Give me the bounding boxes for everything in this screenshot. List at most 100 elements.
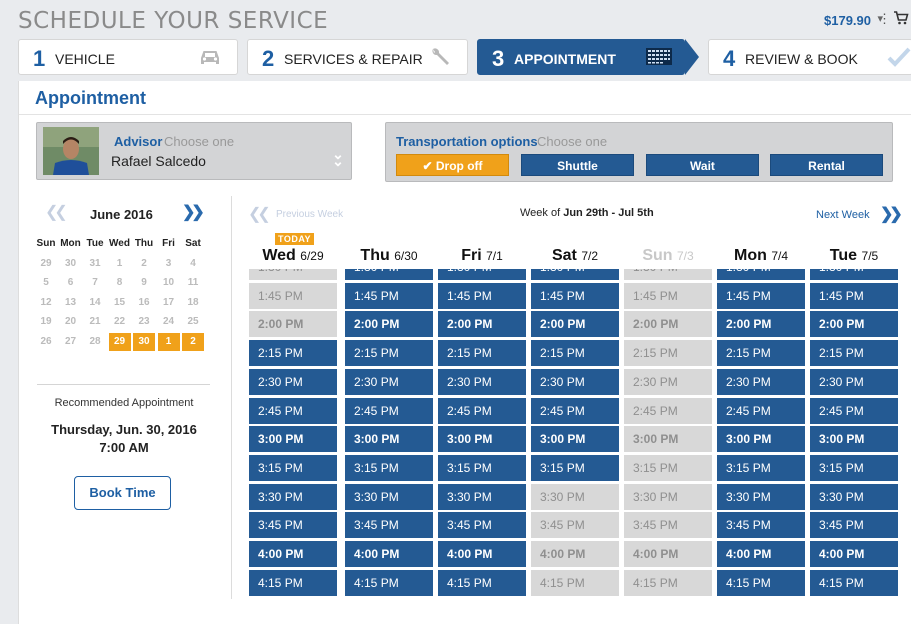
time-slot[interactable]: 3:00 PM	[249, 426, 337, 453]
time-slot[interactable]: 1:45 PM	[810, 282, 898, 309]
time-slot[interactable]: 3:15 PM	[249, 454, 337, 481]
time-slot[interactable]: 3:00 PM	[438, 426, 526, 453]
calendar-day[interactable]: 23	[133, 313, 155, 331]
time-slot[interactable]: 2:45 PM	[438, 397, 526, 424]
time-slot[interactable]: 2:30 PM	[531, 368, 619, 395]
calendar-day[interactable]: 7	[84, 274, 106, 292]
time-slot[interactable]: 3:45 PM	[438, 512, 526, 539]
time-slot[interactable]: 2:00 PM	[531, 311, 619, 338]
time-slot[interactable]: 1:45 PM	[717, 282, 805, 309]
time-slot[interactable]: 2:45 PM	[249, 397, 337, 424]
calendar-day[interactable]: 13	[60, 294, 82, 312]
calendar-day[interactable]: 8	[109, 274, 131, 292]
time-slot[interactable]: 3:15 PM	[438, 454, 526, 481]
time-slot[interactable]: 1:30 PM	[717, 269, 805, 280]
time-slot[interactable]: 2:45 PM	[531, 397, 619, 424]
time-slot[interactable]: 3:00 PM	[531, 426, 619, 453]
time-slot[interactable]: 3:30 PM	[438, 483, 526, 510]
time-slot[interactable]: 2:15 PM	[249, 340, 337, 367]
prev-week-icon[interactable]: ❮❮	[248, 204, 271, 224]
time-slot[interactable]: 2:00 PM	[810, 311, 898, 338]
time-slot[interactable]: 3:30 PM	[249, 483, 337, 510]
time-slot[interactable]: 4:15 PM	[717, 569, 805, 596]
time-slot[interactable]: 2:15 PM	[345, 340, 433, 367]
cart-total[interactable]: $179.90	[824, 13, 871, 28]
double-chevron-down-icon[interactable]: ⌄ ⌄	[331, 147, 345, 168]
transport-dropoff-button[interactable]: ✔ Drop off	[396, 154, 509, 176]
time-slot[interactable]: 2:30 PM	[438, 368, 526, 395]
time-slot[interactable]: 4:15 PM	[249, 569, 337, 596]
time-slot[interactable]: 2:30 PM	[345, 368, 433, 395]
time-slot[interactable]: 3:15 PM	[531, 454, 619, 481]
calendar-day[interactable]: 5	[35, 274, 57, 292]
time-slot[interactable]: 2:00 PM	[717, 311, 805, 338]
calendar-day[interactable]: 21	[84, 313, 106, 331]
time-slot[interactable]: 2:00 PM	[438, 311, 526, 338]
calendar-day[interactable]: 30	[133, 332, 155, 351]
calendar-prev-icon[interactable]: ❮❮	[45, 202, 68, 222]
time-slot[interactable]: 3:45 PM	[345, 512, 433, 539]
step-review-book[interactable]: 4 REVIEW & BOOK	[708, 39, 911, 75]
calendar-day[interactable]: 2	[133, 255, 155, 273]
time-slot[interactable]: 2:30 PM	[810, 368, 898, 395]
calendar-day[interactable]: 10	[158, 274, 180, 292]
calendar-day[interactable]: 15	[109, 294, 131, 312]
time-slot[interactable]: 4:00 PM	[438, 541, 526, 567]
calendar-day[interactable]: 28	[84, 333, 106, 351]
calendar-day[interactable]: 19	[35, 313, 57, 331]
time-slot[interactable]: 1:30 PM	[531, 269, 619, 280]
time-slot[interactable]: 2:45 PM	[810, 397, 898, 424]
time-slot[interactable]: 1:45 PM	[345, 282, 433, 309]
time-slot[interactable]: 3:15 PM	[810, 454, 898, 481]
time-slot[interactable]: 3:00 PM	[717, 426, 805, 453]
time-slot[interactable]: 4:00 PM	[249, 541, 337, 567]
time-slot[interactable]: 3:30 PM	[345, 483, 433, 510]
time-slot[interactable]: 4:15 PM	[438, 569, 526, 596]
time-slot[interactable]: 1:30 PM	[810, 269, 898, 280]
calendar-day[interactable]: 31	[84, 255, 106, 273]
time-slot[interactable]: 2:15 PM	[810, 340, 898, 367]
step-vehicle[interactable]: 1 VEHICLE	[18, 39, 238, 75]
time-slot[interactable]: 1:30 PM	[345, 269, 433, 280]
time-slot[interactable]: 2:00 PM	[345, 311, 433, 338]
time-slot[interactable]: 4:00 PM	[810, 541, 898, 567]
time-slot[interactable]: 2:15 PM	[717, 340, 805, 367]
calendar-day[interactable]: 4	[182, 255, 204, 273]
time-slot[interactable]: 3:15 PM	[345, 454, 433, 481]
step-services-repair[interactable]: 2 SERVICES & REPAIR	[247, 39, 468, 75]
advisor-selector[interactable]: Advisor Choose one Rafael Salcedo ⌄ ⌄	[36, 122, 352, 180]
next-week-icon[interactable]: ❯❯	[880, 204, 903, 224]
calendar-day[interactable]: 29	[108, 332, 131, 351]
calendar-next-icon[interactable]: ❯❯	[182, 202, 205, 222]
calendar-day[interactable]: 1	[109, 255, 131, 273]
calendar-day[interactable]: 16	[133, 294, 155, 312]
transport-shuttle-button[interactable]: Shuttle	[521, 154, 634, 176]
time-slot[interactable]: 1:30 PM	[438, 269, 526, 280]
time-slot[interactable]: 1:45 PM	[438, 282, 526, 309]
time-slot[interactable]: 2:15 PM	[438, 340, 526, 367]
prev-week-link[interactable]: Previous Week	[276, 209, 343, 220]
time-slot[interactable]: 1:45 PM	[531, 282, 619, 309]
transport-rental-button[interactable]: Rental	[770, 154, 883, 176]
calendar-day[interactable]: 12	[35, 294, 57, 312]
time-slot[interactable]: 3:30 PM	[810, 483, 898, 510]
calendar-day[interactable]: 30	[60, 255, 82, 273]
calendar-day[interactable]: 24	[158, 313, 180, 331]
calendar-day[interactable]: 27	[60, 333, 82, 351]
time-slot[interactable]: 3:00 PM	[345, 426, 433, 453]
calendar-day[interactable]: 20	[60, 313, 82, 331]
time-slot[interactable]: 3:30 PM	[717, 483, 805, 510]
calendar-day[interactable]: 18	[182, 294, 204, 312]
calendar-day[interactable]: 6	[60, 274, 82, 292]
book-time-button[interactable]: Book Time	[74, 476, 171, 510]
calendar-day[interactable]: 1	[157, 332, 180, 351]
time-slot[interactable]: 2:45 PM	[345, 397, 433, 424]
time-slot[interactable]: 3:45 PM	[810, 512, 898, 539]
next-week-link[interactable]: Next Week	[816, 209, 870, 221]
time-slot[interactable]: 4:15 PM	[810, 569, 898, 596]
calendar-day[interactable]: 29	[35, 255, 57, 273]
time-slot[interactable]: 4:15 PM	[345, 569, 433, 596]
time-slot[interactable]: 2:30 PM	[717, 368, 805, 395]
time-slot[interactable]: 3:45 PM	[249, 512, 337, 539]
calendar-day[interactable]: 3	[158, 255, 180, 273]
